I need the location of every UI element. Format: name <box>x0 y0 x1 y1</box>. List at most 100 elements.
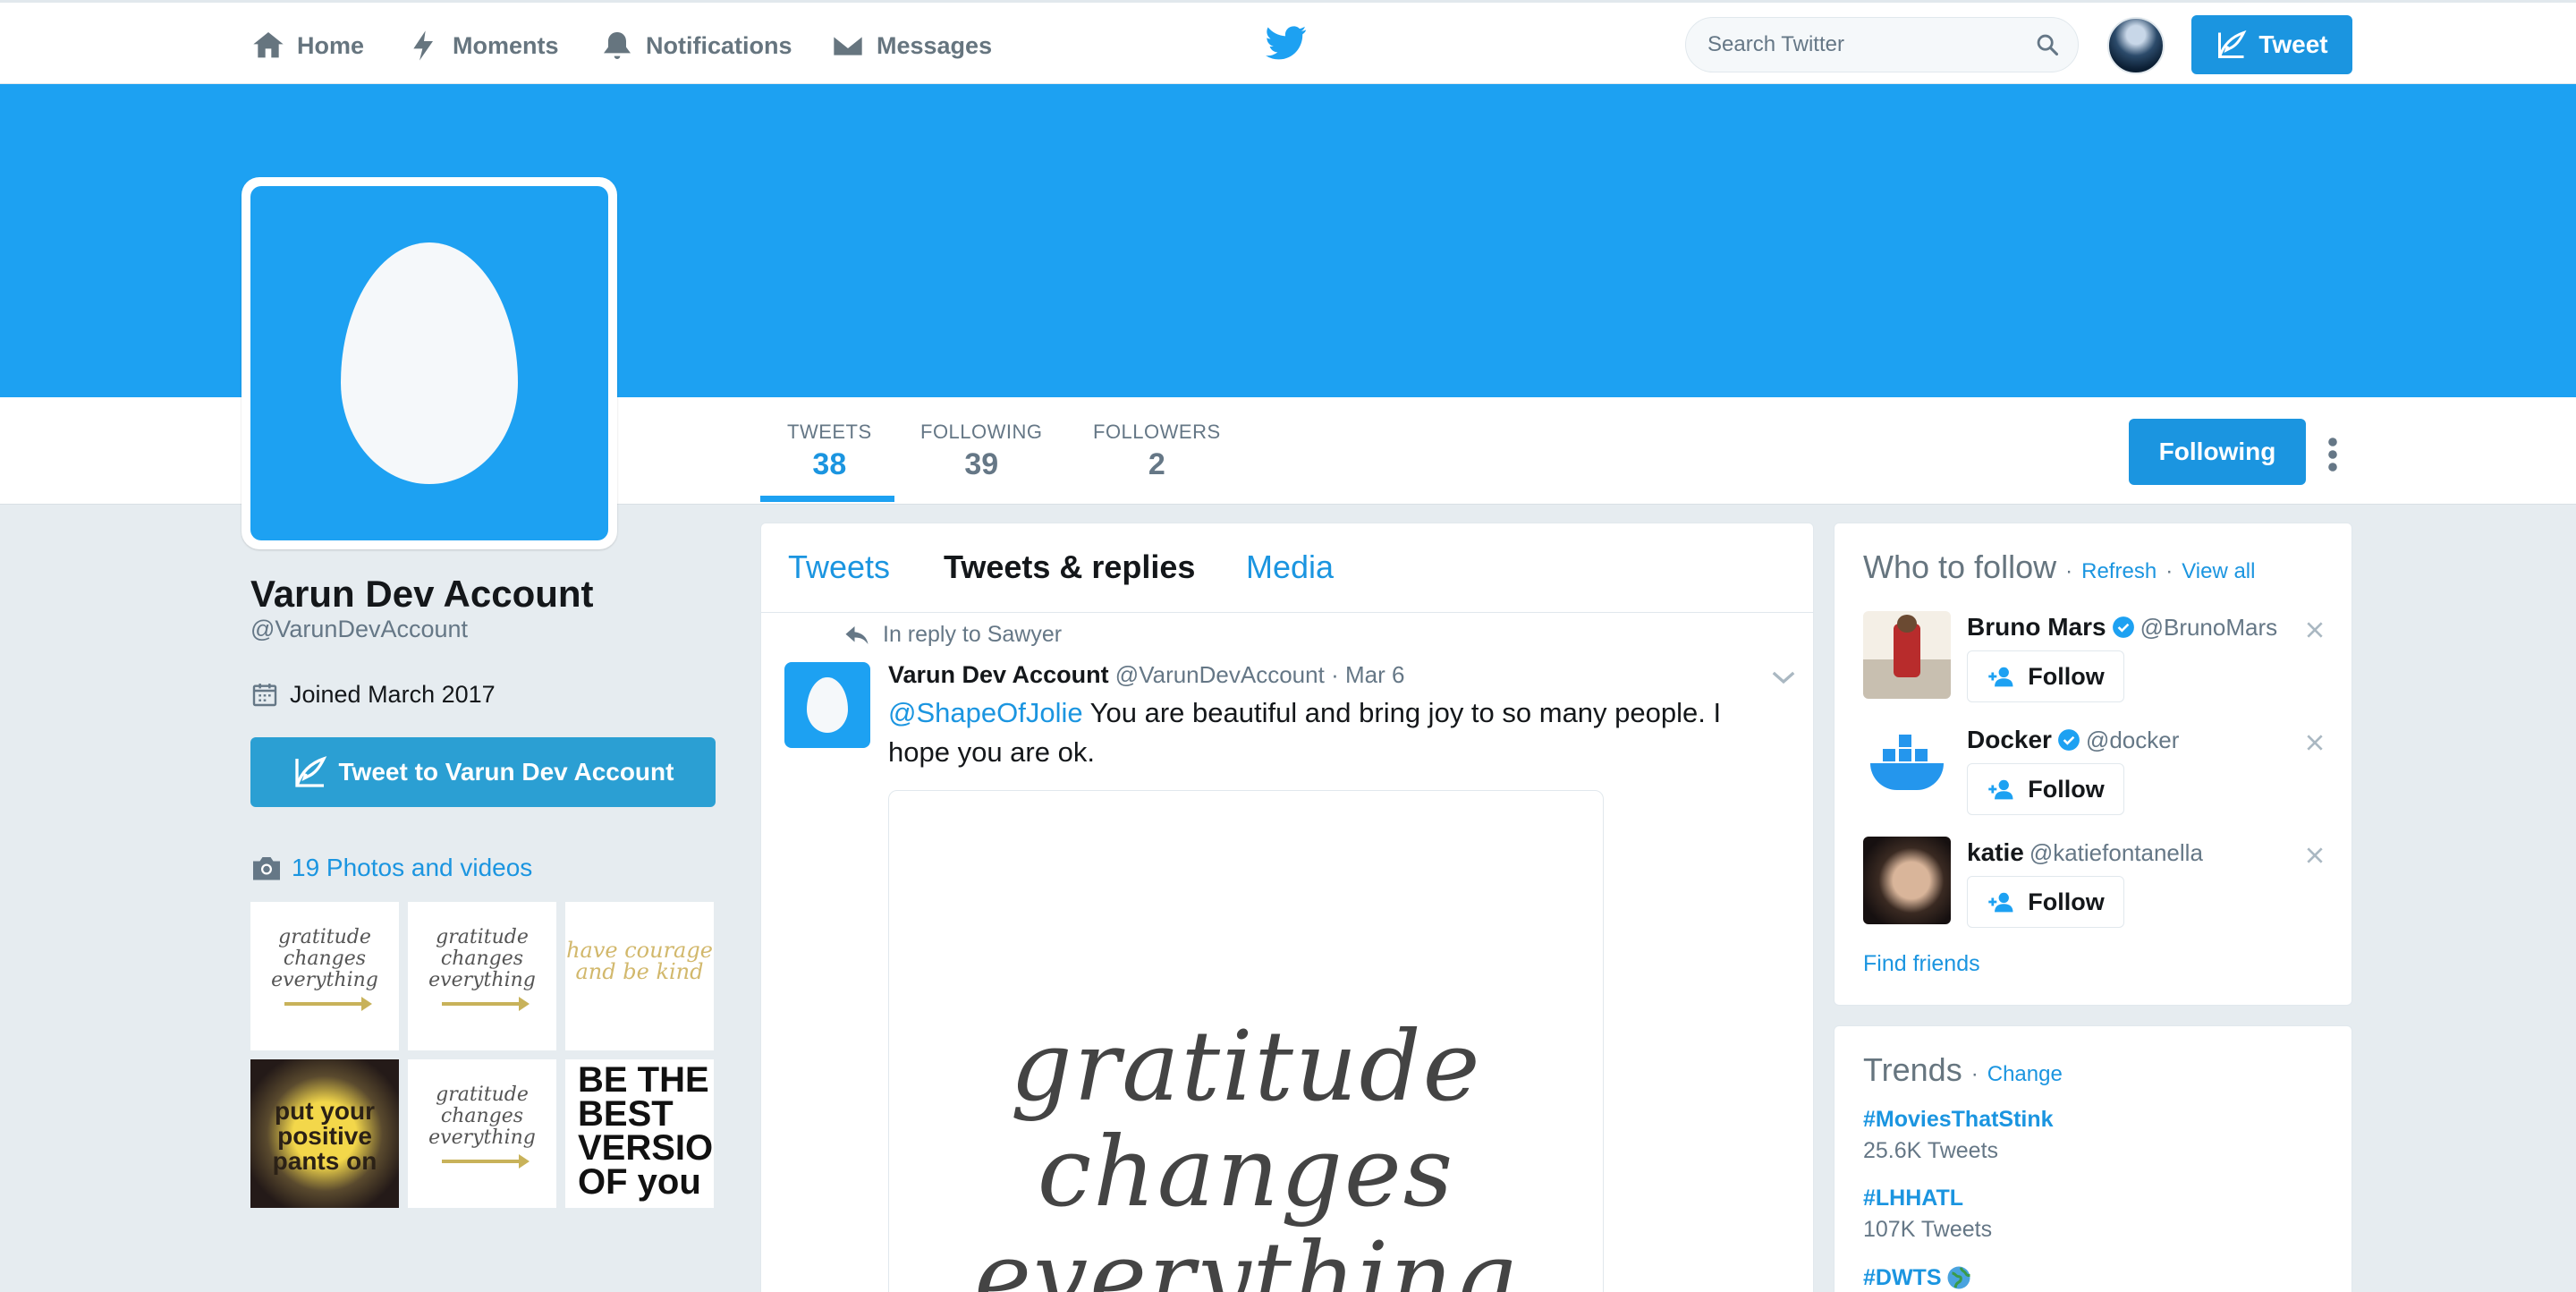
follow-button[interactable]: Follow <box>1967 650 2124 702</box>
joined-date-text: Joined March 2017 <box>290 680 496 708</box>
profile-picture[interactable] <box>242 177 617 549</box>
compose-tweet-button[interactable]: Tweet <box>2191 15 2352 74</box>
photo-grid: gratitude changes everything gratitude c… <box>250 902 716 1208</box>
add-user-icon <box>1988 667 2013 687</box>
suggestion-avatar[interactable] <box>1863 611 1951 699</box>
globe-icon <box>1947 1266 1970 1289</box>
nav-notifications[interactable]: Notifications <box>599 22 792 69</box>
tweet-author-handle[interactable]: @VarunDevAccount <box>1115 661 1325 688</box>
follow-button[interactable]: Follow <box>1967 876 2124 928</box>
photo-thumbnail[interactable]: gratitude changes everything <box>408 902 556 1050</box>
nav-notifications-label: Notifications <box>646 31 792 59</box>
suggestion-avatar[interactable] <box>1863 724 1951 812</box>
close-icon[interactable] <box>2305 620 2325 640</box>
photos-and-videos-label: 19 Photos and videos <box>292 854 533 881</box>
trends-card: Trends · Change #MoviesThatStink 25.6K T… <box>1834 1025 2352 1292</box>
tab-tweets-and-replies[interactable]: Tweets & replies <box>944 548 1195 586</box>
suggestion-avatar[interactable] <box>1863 837 1951 924</box>
tweet-date[interactable]: · Mar 6 <box>1331 661 1404 688</box>
envelope-icon <box>832 34 864 57</box>
photo-thumbnail[interactable]: gratitude changes everything <box>250 902 399 1050</box>
bell-icon <box>604 32 631 59</box>
close-icon[interactable] <box>2305 733 2325 752</box>
tweet-header: Varun Dev Account @VarunDevAccount · Mar… <box>888 661 1404 689</box>
stat-followers-value: 2 <box>1148 447 1165 481</box>
search-box[interactable] <box>1685 17 2079 72</box>
photo-thumbnail[interactable]: put your positive pants on <box>250 1059 399 1208</box>
photo-thumbnail[interactable]: have courage and be kind <box>565 902 714 1050</box>
trends-title: Trends · Change <box>1863 1051 2063 1088</box>
who-to-follow-title: Who to follow · Refresh · View all <box>1863 548 2256 585</box>
photos-and-videos-link[interactable]: 19 Photos and videos <box>250 854 532 882</box>
stat-followers[interactable]: FOLLOWERS 2 <box>1093 421 1221 482</box>
trend-item[interactable]: #LHHATL 107K Tweets <box>1863 1186 1992 1243</box>
top-navigation-bar: Home Moments Notifications Messages Twee… <box>0 0 2576 84</box>
compose-tweet-label: Tweet <box>2258 30 2328 58</box>
reply-arrow-icon <box>845 625 869 644</box>
suggestion-katie: katie @katiefontanella Follow <box>1863 837 2328 935</box>
default-avatar <box>250 186 608 540</box>
refresh-link[interactable]: Refresh <box>2081 559 2157 583</box>
verified-badge-icon <box>2112 616 2134 638</box>
suggestion-bruno-mars: Bruno Mars @BrunoMars Follow <box>1863 611 2328 710</box>
camera-icon <box>253 857 280 880</box>
account-avatar[interactable] <box>2107 17 2165 74</box>
twitter-bird-icon[interactable] <box>1266 24 1307 62</box>
nav-moments-label: Moments <box>453 31 559 59</box>
chevron-down-icon[interactable] <box>1770 668 1797 686</box>
nav-home[interactable]: Home <box>250 22 364 69</box>
view-all-link[interactable]: View all <box>2182 559 2255 583</box>
tweet-media-text: gratitude changes everything <box>974 1011 1518 1292</box>
suggestion-name[interactable]: Docker @docker <box>1967 726 2179 754</box>
reply-context-text: In reply to Sawyer <box>883 622 1063 647</box>
stat-tweets[interactable]: TWEETS 38 <box>787 421 872 482</box>
timeline: Tweets Tweets & replies Media In reply t… <box>760 523 1814 1292</box>
trend-item[interactable]: #DWTS <box>1863 1264 1972 1291</box>
change-trends-link[interactable]: Change <box>1987 1062 2063 1086</box>
compose-quill-icon <box>2218 30 2247 58</box>
following-button[interactable]: Following <box>2129 419 2306 485</box>
suggestion-name[interactable]: katie @katiefontanella <box>1967 838 2203 867</box>
reply-context[interactable]: In reply to Sawyer <box>843 622 1062 648</box>
stat-tweets-label: TWEETS <box>787 421 872 443</box>
close-icon[interactable] <box>2305 846 2325 865</box>
home-icon <box>253 32 284 58</box>
search-input[interactable] <box>1707 18 2012 72</box>
lightning-icon <box>413 30 433 61</box>
stat-tweets-value: 38 <box>812 447 847 481</box>
egg-icon <box>341 242 518 484</box>
tweet-media-image[interactable]: gratitude changes everything <box>888 790 1604 1292</box>
tweet-to-user-label: Tweet to Varun Dev Account <box>338 758 674 786</box>
add-user-icon <box>1988 892 2013 913</box>
compose-quill-icon <box>294 756 326 787</box>
tab-media[interactable]: Media <box>1246 548 1334 586</box>
search-icon[interactable] <box>2035 32 2060 57</box>
tweet-author-name[interactable]: Varun Dev Account <box>888 661 1109 688</box>
tweet-mention[interactable]: @ShapeOfJolie <box>888 697 1083 728</box>
follow-button[interactable]: Follow <box>1967 763 2124 815</box>
find-friends-link[interactable]: Find friends <box>1863 951 1980 977</box>
photo-thumbnail[interactable]: gratitude changes everything <box>408 1059 556 1208</box>
nav-moments[interactable]: Moments <box>406 22 559 69</box>
profile-handle[interactable]: @VarunDevAccount <box>250 616 468 643</box>
stat-following-label: FOLLOWING <box>920 421 1043 443</box>
suggestion-name[interactable]: Bruno Mars @BrunoMars <box>1967 613 2277 642</box>
joined-date: Joined March 2017 <box>250 680 496 709</box>
photo-thumbnail[interactable]: BE THE BEST VERSION OF you <box>565 1059 714 1208</box>
tweet-text: @ShapeOfJolie You are beautiful and brin… <box>888 693 1783 772</box>
add-user-icon <box>1988 779 2013 800</box>
tweet-to-user-button[interactable]: Tweet to Varun Dev Account <box>250 737 716 807</box>
stat-following[interactable]: FOLLOWING 39 <box>920 421 1043 482</box>
more-options-icon[interactable] <box>2326 437 2340 472</box>
profile-name[interactable]: Varun Dev Account <box>250 573 594 616</box>
nav-messages[interactable]: Messages <box>830 22 992 69</box>
trend-item[interactable]: #MoviesThatStink 25.6K Tweets <box>1863 1107 2054 1164</box>
stat-following-value: 39 <box>964 447 999 481</box>
calendar-icon <box>252 684 277 707</box>
tweet-author-avatar[interactable] <box>784 662 870 748</box>
tab-tweets[interactable]: Tweets <box>788 548 890 586</box>
who-to-follow-card: Who to follow · Refresh · View all Bruno… <box>1834 523 2352 1006</box>
timeline-tabs: Tweets Tweets & replies Media <box>761 523 1813 613</box>
verified-badge-icon <box>2058 729 2080 751</box>
active-stat-indicator <box>760 496 894 502</box>
